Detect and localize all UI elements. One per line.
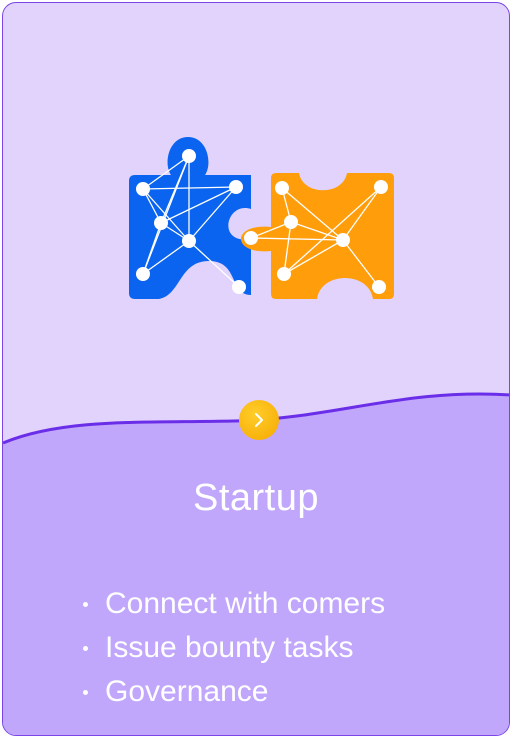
feature-item: Connect with comers (79, 582, 385, 626)
bullet-icon (83, 601, 88, 607)
feature-label: Governance (105, 675, 269, 708)
feature-label: Issue bounty tasks (105, 631, 354, 664)
feature-list: Connect with comers Issue bounty tasks G… (79, 582, 385, 714)
feature-item: Governance (79, 670, 385, 714)
feature-item: Issue bounty tasks (79, 626, 385, 670)
startup-card[interactable]: Startup Connect with comers Issue bounty… (2, 2, 510, 736)
next-button[interactable] (239, 400, 279, 440)
feature-label: Connect with comers (105, 587, 386, 620)
puzzle-network-icon (129, 137, 394, 299)
bullet-icon (83, 645, 88, 651)
chevron-right-icon (255, 413, 263, 427)
card-title: Startup (192, 477, 320, 519)
bullet-icon (83, 689, 88, 695)
